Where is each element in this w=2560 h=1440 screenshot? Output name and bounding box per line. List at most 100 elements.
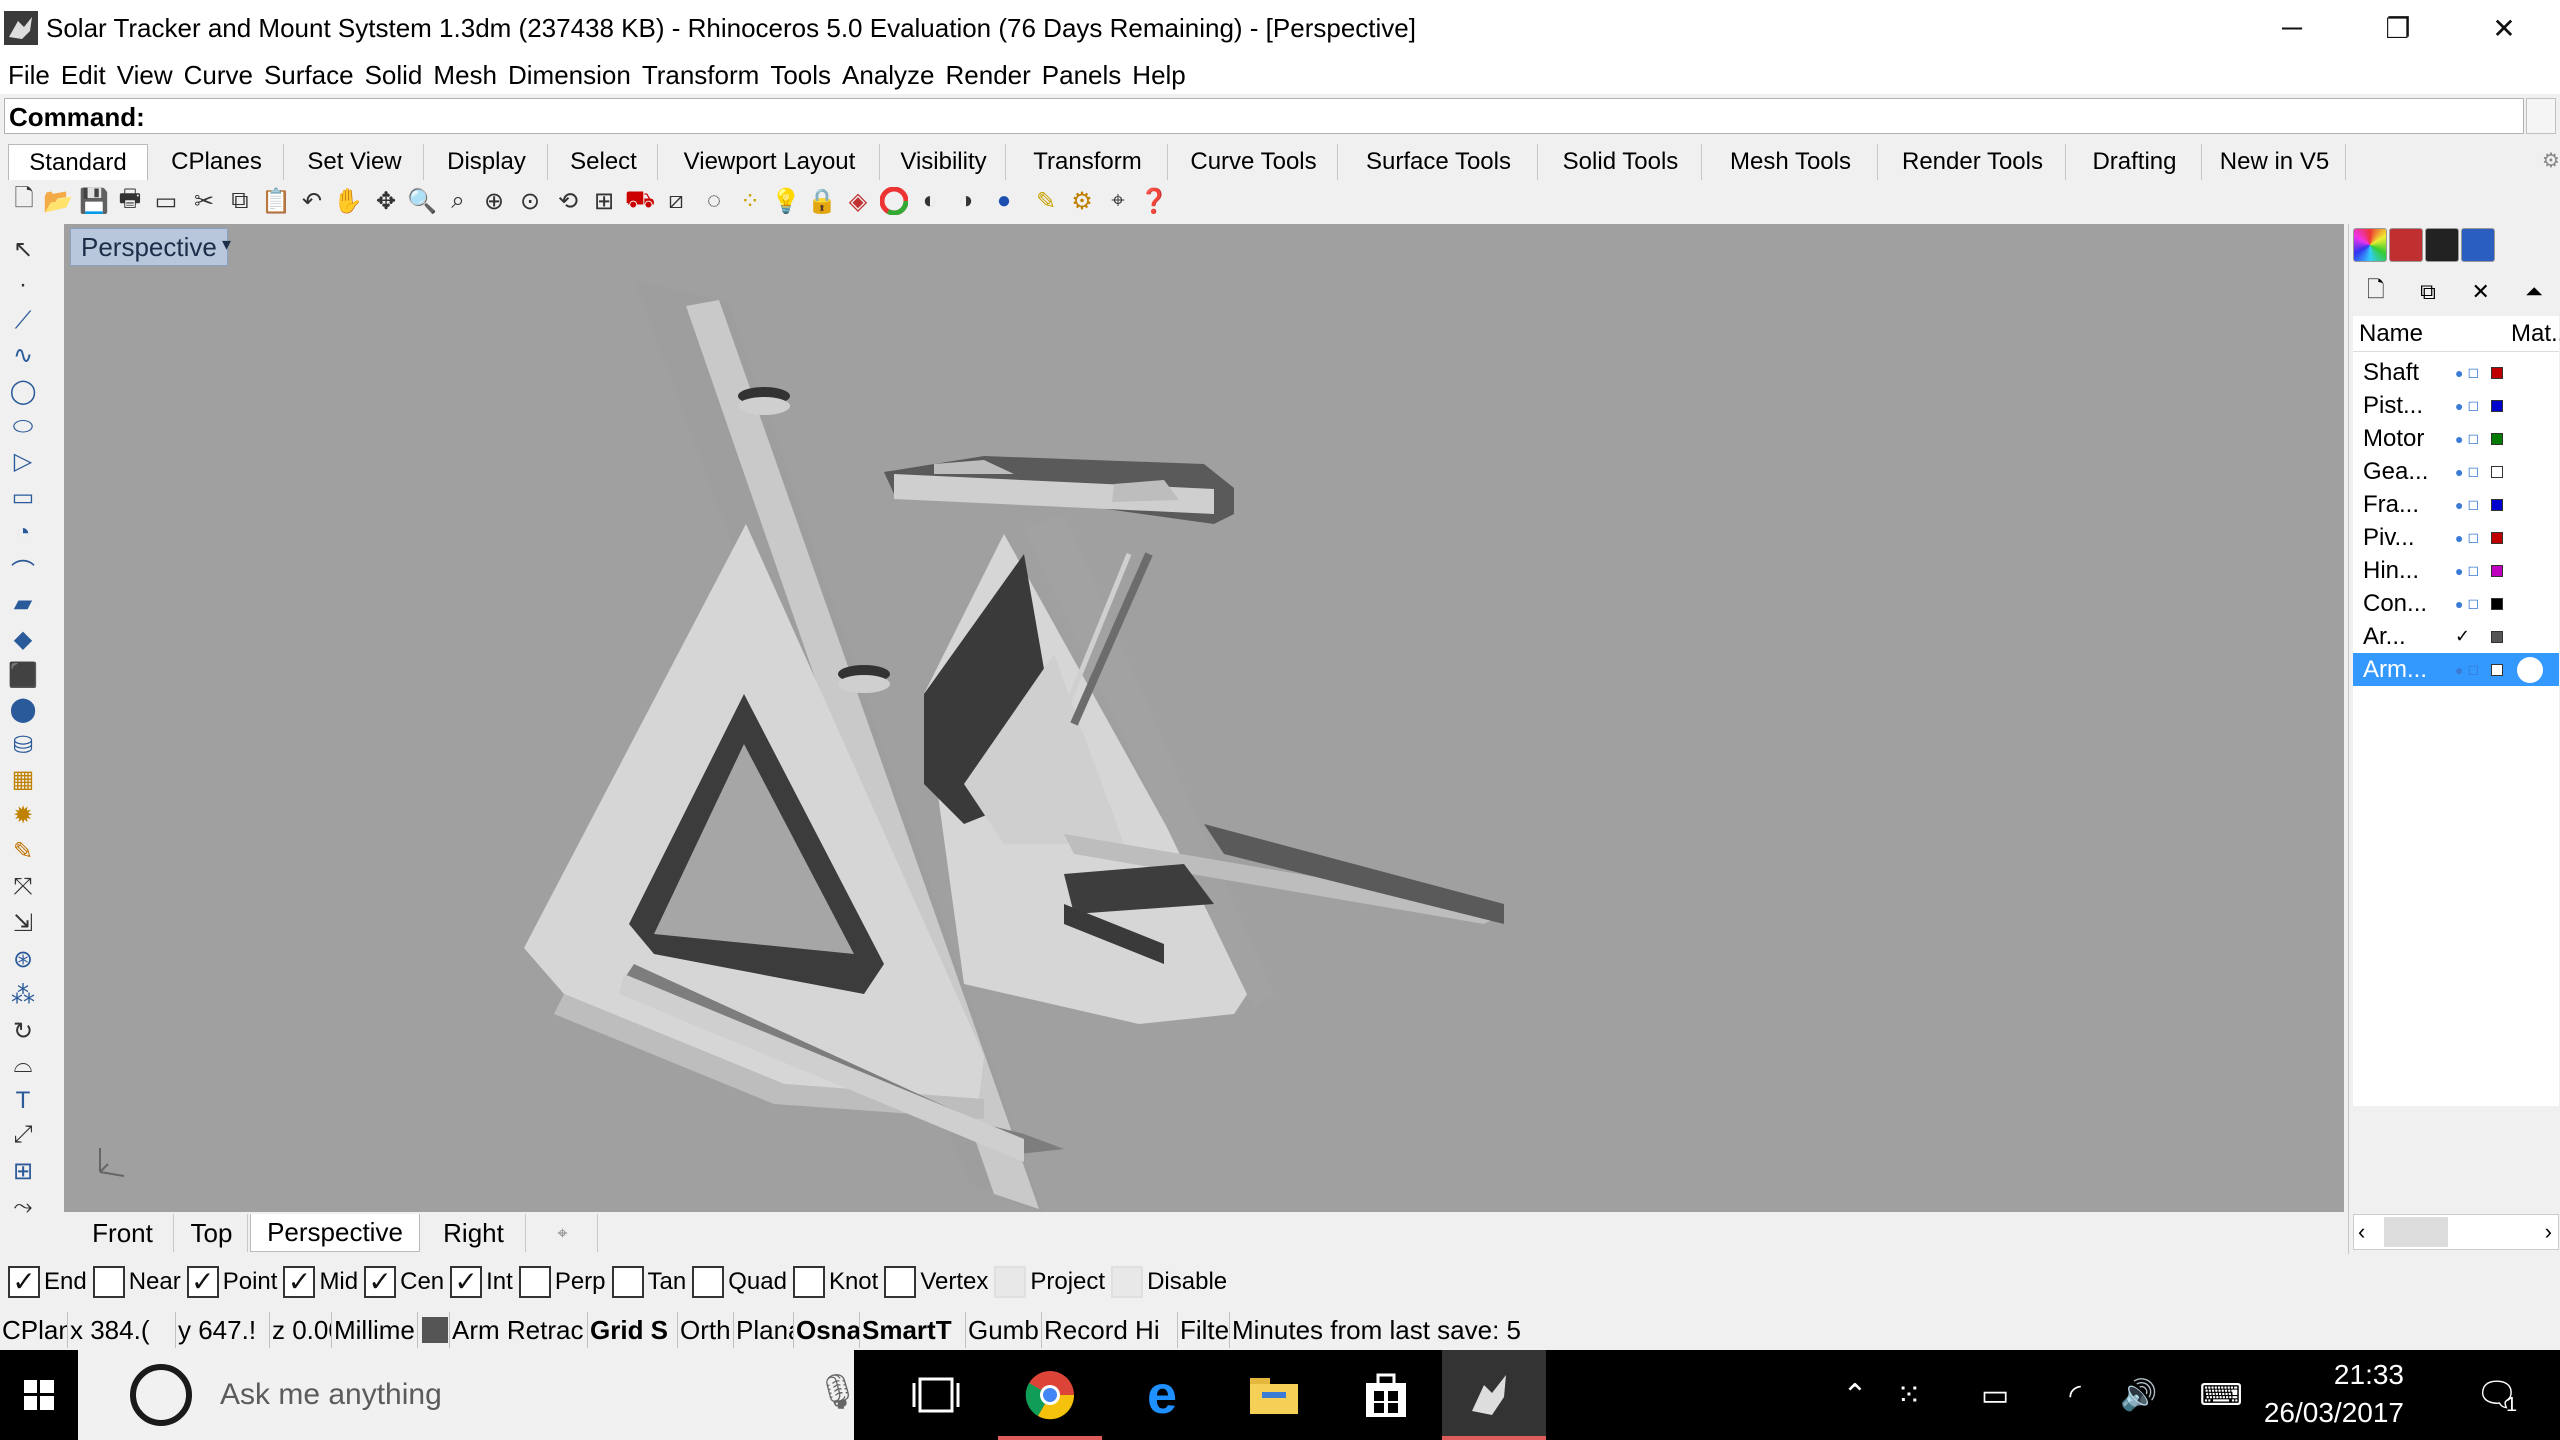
array-icon[interactable]: ⊞ (4, 1154, 42, 1188)
microphone-icon[interactable]: 🎙 (816, 1372, 859, 1412)
task-view-button[interactable] (884, 1350, 988, 1440)
touch-keyboard-icon[interactable]: ⌨ (2186, 1350, 2256, 1440)
menu-file[interactable]: File (6, 60, 59, 91)
point-snap-icon[interactable]: ⁘ (734, 185, 766, 217)
osnap-disable-checkbox[interactable] (1111, 1266, 1144, 1298)
layer-color-swatch[interactable] (2491, 663, 2503, 676)
new-layer-icon[interactable]: 🗋 (2367, 273, 2385, 311)
osnap-project-checkbox[interactable] (994, 1266, 1027, 1298)
network-devices-icon[interactable]: ⁙ (1884, 1350, 1934, 1440)
layer-visibility-lock-icons[interactable]: ● ◻ (2455, 364, 2479, 381)
layer-icon[interactable]: ◈ (842, 185, 874, 217)
layer-panel-horizontal-scrollbar[interactable]: ‹ › (2353, 1214, 2559, 1250)
lock-icon[interactable]: ◻ (2467, 661, 2479, 678)
status-ortho[interactable]: Orth (678, 1312, 734, 1348)
layer-visibility-lock-icons[interactable]: ● ◻ (2455, 496, 2479, 513)
print-icon[interactable]: 🖶 (114, 185, 146, 217)
new-sublayer-icon[interactable]: ⧉ (2420, 279, 2436, 305)
osnap-mid[interactable]: ✓ Mid (283, 1266, 358, 1298)
taskbar-chrome[interactable] (998, 1350, 1102, 1440)
battery-icon[interactable]: ▭ (1970, 1350, 2020, 1440)
osnap-near-checkbox[interactable] (92, 1266, 125, 1298)
light-bulb-icon[interactable]: ● (2455, 530, 2463, 546)
lock-icon[interactable]: ◻ (2467, 430, 2479, 447)
move-layer-up-icon[interactable]: ⏶ (2526, 279, 2544, 305)
scroll-left-icon[interactable]: ‹ (2358, 1219, 2365, 1245)
four-viewports-icon[interactable]: ⊞ (588, 185, 620, 217)
rotate-view-icon[interactable]: ✥ (370, 185, 402, 217)
menu-curve[interactable]: Curve (182, 60, 262, 91)
polygon-icon[interactable]: ▷ (4, 444, 42, 478)
delete-layer-icon[interactable]: ✕ (2471, 279, 2489, 305)
osnap-tan[interactable]: Tan (611, 1266, 686, 1298)
show-hidden-icons-chevron-icon[interactable]: ⌃ (1830, 1350, 1880, 1440)
tab-cplanes[interactable]: CPlanes (150, 144, 284, 180)
tab-top[interactable]: Top (176, 1214, 248, 1252)
layer-row[interactable]: Piv... ● ◻ (2353, 521, 2559, 554)
open-file-icon[interactable]: 📂 (42, 185, 74, 217)
tab-curve-tools[interactable]: Curve Tools (1170, 144, 1338, 180)
status-units[interactable]: Millime (332, 1312, 418, 1348)
status-planar[interactable]: Plana (734, 1312, 794, 1348)
status-osnap[interactable]: Osna (794, 1312, 860, 1348)
undo-view-change-icon[interactable]: ⟲ (552, 185, 584, 217)
layer-color-swatch[interactable] (2491, 498, 2503, 511)
osnap-vertex[interactable]: Vertex (884, 1266, 988, 1298)
layer-row[interactable]: Arm... ● ◻ (2353, 653, 2559, 686)
taskbar-edge[interactable]: e (1110, 1350, 1214, 1440)
action-center-button[interactable]: 🗨 1 (2452, 1350, 2542, 1440)
fillet-icon[interactable]: ⌓ (4, 1048, 42, 1082)
osnap-cen-checkbox[interactable]: ✓ (364, 1266, 397, 1298)
status-record-history[interactable]: Record Hi (1042, 1312, 1178, 1348)
zoom-window-icon[interactable]: ⌕ (442, 185, 474, 217)
layer-color-swatch[interactable] (2491, 366, 2503, 379)
layer-visibility-lock-icons[interactable]: ● ◻ (2455, 430, 2479, 447)
scroll-right-icon[interactable]: › (2545, 1219, 2552, 1245)
osnap-knot[interactable]: Knot (792, 1266, 878, 1298)
tab-transform[interactable]: Transform (1008, 144, 1168, 180)
circle-icon[interactable]: ◯ (4, 374, 42, 408)
zoom-extents-icon[interactable]: ⊕ (478, 185, 510, 217)
layer-visibility-lock-icons[interactable]: ● ◻ (2455, 661, 2479, 678)
tab-surface-tools[interactable]: Surface Tools (1340, 144, 1538, 180)
zoom-selected-icon[interactable]: ⊙ (514, 185, 546, 217)
tab-new-in-v5[interactable]: New in V5 (2204, 144, 2346, 180)
status-grid-snap[interactable]: Grid S (588, 1312, 678, 1348)
display-panel-icon[interactable] (2425, 228, 2459, 262)
mesh-icon[interactable]: ▦ (4, 762, 42, 796)
lock-icon[interactable]: ◻ (2467, 496, 2479, 513)
layer-color-swatch[interactable] (2491, 432, 2503, 445)
tab-mesh-tools[interactable]: Mesh Tools (1704, 144, 1878, 180)
tab-visibility[interactable]: Visibility (882, 144, 1006, 180)
menu-render[interactable]: Render (944, 60, 1040, 91)
help-panel-icon[interactable] (2461, 228, 2495, 262)
rendered-sphere-icon[interactable]: ● (988, 185, 1020, 217)
volume-icon[interactable]: 🔊 (2114, 1350, 2164, 1440)
column-material[interactable]: Mat... (2511, 320, 2560, 348)
viewport-menu-caret-icon[interactable]: ▾ (222, 234, 231, 255)
osnap-near[interactable]: Near (92, 1266, 181, 1298)
boolean-union-icon[interactable]: ⊛ (4, 942, 42, 976)
tab-right[interactable]: Right (422, 1214, 526, 1252)
solid-edit-icon[interactable]: ✹ (4, 798, 42, 832)
tab-perspective[interactable]: Perspective (250, 1214, 420, 1252)
ellipse-icon[interactable]: ⬭ (4, 410, 42, 444)
lock-icon[interactable]: ◻ (2467, 562, 2479, 579)
zoom-dynamic-icon[interactable]: 🔍 (406, 185, 438, 217)
osnap-perp[interactable]: Perp (518, 1266, 606, 1298)
paste-icon[interactable]: 📋 (260, 185, 292, 217)
copy-transform-icon[interactable]: ⇲ (4, 906, 42, 940)
undo-icon[interactable]: ↶ (296, 185, 328, 217)
menu-panels[interactable]: Panels (1040, 60, 1131, 91)
layer-row[interactable]: Motor ● ◻ (2353, 422, 2559, 455)
light-bulb-icon[interactable]: ● (2455, 464, 2463, 480)
command-history-scroll[interactable] (2526, 98, 2556, 134)
menu-analyze[interactable]: Analyze (840, 60, 944, 91)
osnap-tan-checkbox[interactable] (611, 1266, 644, 1298)
osnap-cen[interactable]: ✓ Cen (364, 1266, 444, 1298)
lock-icon[interactable]: ◻ (2467, 595, 2479, 612)
move-icon[interactable]: ⤧ (4, 870, 42, 904)
light-bulb-icon[interactable]: ● (2455, 497, 2463, 513)
layer-color-swatch[interactable] (2491, 564, 2503, 577)
start-button[interactable] (0, 1350, 78, 1440)
